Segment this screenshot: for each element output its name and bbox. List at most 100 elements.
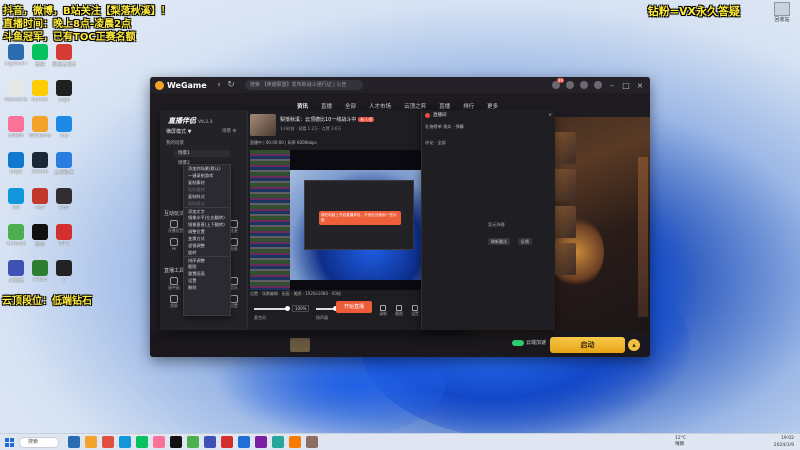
wegame-menu-item[interactable]: 云顶之弈 [404,102,426,110]
desktop-icon[interactable]: Logo [52,80,76,103]
desktop-icon[interactable]: Bilibili [4,116,28,139]
desktop-icon[interactable]: Chrome [4,224,28,247]
desktop-icon[interactable]: 云顶助手 [52,152,76,176]
wegame-menu-item[interactable]: 更多 [487,102,498,110]
taskbar-app-icon[interactable] [221,436,233,448]
mic-slider[interactable] [254,306,290,311]
wegame-menu-item[interactable]: 直播 [321,102,332,110]
desktop-icon[interactable]: Z [52,260,76,283]
taskbar-app-icon[interactable] [289,436,301,448]
desktop-icon[interactable]: MSI [28,188,52,211]
desktop-icon[interactable]: 微信 [28,44,52,68]
record-button[interactable]: 录制 [376,305,390,317]
wegame-menu-item[interactable]: 人才市场 [369,102,391,110]
scene-item[interactable]: 场景1 [174,150,230,157]
wegame-search-input[interactable]: 搜索 【英雄联盟】发布新战斗通行证 | 公告 [245,80,363,90]
context-menu-item[interactable]: 复制样式 [184,193,230,200]
desktop-icon[interactable]: Moments [4,80,28,103]
cloud-accel[interactable]: 云端加速 [512,339,546,346]
back-arrow-icon[interactable]: ‹ [213,80,225,90]
slider-knob[interactable] [285,306,290,311]
windows-start-icon[interactable] [5,438,14,447]
context-menu-item[interactable]: 添加到场景(默认) [184,165,230,172]
gift-icon[interactable] [290,338,310,352]
taskbar-app-icon[interactable] [255,436,267,448]
tool-button[interactable]: 开播设置 [168,220,183,234]
close-icon[interactable]: × [636,81,644,90]
scene-settings[interactable]: 场景 ⚙ [222,128,236,134]
maximize-icon[interactable]: □ [622,81,630,90]
minimize-icon[interactable]: – [608,81,616,90]
taskbar-app-icon[interactable] [187,436,199,448]
chevron-up-icon[interactable]: ▴ [628,339,640,351]
taskbar-app-icon[interactable] [85,436,97,448]
tool-button[interactable]: 投屏 [168,295,180,309]
launch-button[interactable]: 启动 [550,337,625,353]
chat-filter[interactable]: 评论 · 全部 [425,140,446,146]
taskbar-app-icon[interactable] [306,436,318,448]
desktop-icon[interactable]: OBS [52,188,76,211]
settings-icon[interactable] [594,81,602,89]
context-menu-item[interactable]: 排序调整 [184,256,230,263]
mode-select[interactable]: 横屏模式 ▼ [166,128,191,135]
desktop-icon[interactable]: 剪映 [28,224,52,248]
desktop-icon[interactable]: Edge [4,152,28,175]
avatar[interactable] [250,114,276,136]
taskbar-app-icon[interactable] [204,436,216,448]
app-icon [32,188,48,204]
desktop-icon[interactable]: hunter [28,80,52,103]
context-menu-item[interactable]: 镜像水平(左右翻转) [184,214,230,221]
wegame-menu-item[interactable]: 全部 [345,102,356,110]
system-clock[interactable]: 19:02 2024/1/9 [774,435,794,449]
wegame-menu-item[interactable]: 资讯 [297,102,308,110]
desktop-icon[interactable]: QQ [4,188,28,211]
desktop-icon[interactable]: 小鹅通 [4,260,28,284]
download-icon[interactable] [580,81,588,89]
wegame-menu-item[interactable]: 排行 [463,102,474,110]
user-avatar[interactable] [566,81,574,89]
start-live-button[interactable]: 开始直播 [336,301,372,313]
context-menu-item[interactable]: 设置 [184,277,230,284]
screenshot-button[interactable]: 截图 [392,305,406,317]
context-menu-item[interactable]: 滤镜调整 [184,242,230,249]
context-menu-item[interactable]: 重置画面 [184,270,230,277]
taskbar-app-icon[interactable] [153,436,165,448]
context-menu-item[interactable]: 一键录制游戏 [184,172,230,179]
settings-button[interactable]: 设置 [408,305,422,317]
taskbar-app-icon[interactable] [136,436,148,448]
desktop-icon[interactable]: Logitech G HUB [4,44,28,67]
taskbar-app-icon[interactable] [102,436,114,448]
context-menu-item[interactable]: 镜像垂直(上下翻转) [184,221,230,228]
feedback-button[interactable]: 反馈 [518,238,532,245]
context-menu-item[interactable]: 旋转 [184,249,230,256]
taskbar-app-icon[interactable] [119,436,131,448]
tool-button[interactable]: PK [168,238,180,251]
desktop-icon[interactable]: Steam [28,152,52,175]
message-icon[interactable]: 99 [552,78,564,89]
context-menu-item[interactable]: 复制素材 [184,179,230,186]
retry-button[interactable]: 刷新重试 [488,238,510,245]
taskbar-app-icon[interactable] [68,436,80,448]
tool-button[interactable]: 画中画 [168,277,180,291]
taskbar-app-icon[interactable] [272,436,284,448]
weather-widget[interactable]: 12°C 晴朗 [675,436,686,448]
desktop-icon[interactable]: WeGame [28,116,52,139]
context-menu-item[interactable]: 截图 [184,263,230,270]
taskbar-app-icon[interactable] [170,436,182,448]
context-menu-item[interactable]: 调整位置 [184,228,230,235]
close-icon[interactable]: × [548,113,552,118]
wegame-menu-item[interactable]: 直播 [439,102,450,110]
app-icon [8,80,24,96]
desktop-icon[interactable]: WPS [52,224,76,247]
taskbar-search[interactable]: 搜索 [19,437,59,448]
context-menu-item[interactable]: 变换方式 [184,235,230,242]
desktop-icon[interactable]: Top [52,116,76,139]
context-menu-item[interactable]: 添加文字 [184,207,230,214]
desktop-icon[interactable]: CODE [28,260,52,283]
context-menu-item[interactable]: 删除 [184,284,230,291]
taskbar-app-icon[interactable] [238,436,250,448]
chat-tabs[interactable]: 礼物榜单 观众 · 弹幕 [425,124,464,130]
desktop-icon[interactable]: 网易云音乐 [52,44,76,68]
recycle-bin[interactable]: 回收站 [768,2,796,24]
refresh-icon[interactable]: ↻ [225,80,237,90]
